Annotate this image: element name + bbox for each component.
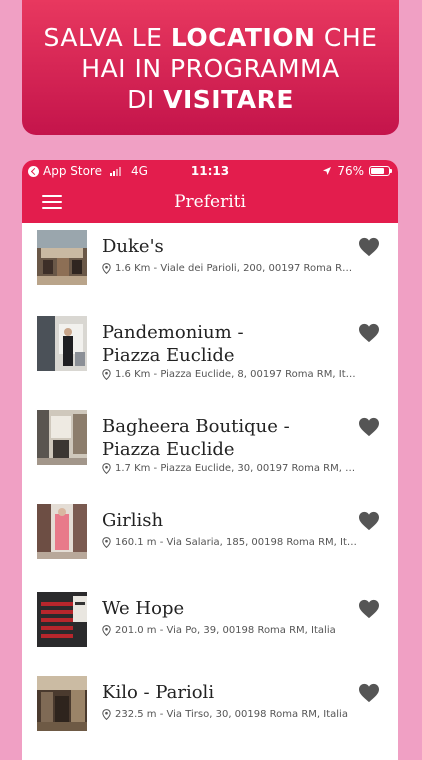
- place-name: Girlish: [102, 509, 163, 532]
- place-address: 160.1 m - Via Salaria, 185, 00198 Roma R…: [102, 537, 358, 548]
- place-name: We Hope: [102, 597, 184, 620]
- place-name-line-1: Pandemonium -: [102, 322, 244, 343]
- location-pin-icon: [102, 463, 111, 474]
- place-name-line-1: Duke's: [102, 236, 164, 257]
- favorite-heart-icon[interactable]: [358, 683, 380, 703]
- place-name-line-1: We Hope: [102, 598, 185, 619]
- place-name-line-1: Girlish: [102, 510, 164, 531]
- place-name: Kilo - Parioli: [102, 681, 214, 704]
- place-thumbnail: [37, 316, 87, 371]
- place-address: 1.7 Km - Piazza Euclide, 30, 00197 Roma …: [102, 463, 358, 474]
- place-address: 1.6 Km - Viale dei Parioli, 200, 00197 R…: [102, 263, 358, 274]
- place-address: 1.6 Km - Piazza Euclide, 8, 00197 Roma R…: [102, 369, 358, 380]
- location-pin-icon: [102, 369, 111, 380]
- place-thumbnail: [37, 410, 87, 465]
- place-name: Duke's: [102, 235, 164, 258]
- location-arrow-icon: [323, 167, 332, 175]
- location-pin-icon: [102, 537, 111, 548]
- address-text: 160.1 m - Via Salaria, 185, 00198 Roma R…: [115, 537, 358, 548]
- place-thumbnail: [37, 230, 87, 285]
- place-address: 232.5 m - Via Tirso, 30, 00198 Roma RM, …: [102, 709, 358, 720]
- promo-banner: SALVA LE LOCATION CHE HAI IN PROGRAMMA D…: [22, 0, 399, 135]
- place-address: 201.0 m - Via Po, 39, 00198 Roma RM, Ita…: [102, 625, 358, 636]
- address-text: 201.0 m - Via Po, 39, 00198 Roma RM, Ita…: [115, 625, 336, 636]
- place-thumbnail: [37, 504, 87, 559]
- address-text: 232.5 m - Via Tirso, 30, 00198 Roma RM, …: [115, 709, 348, 720]
- battery-icon: [369, 166, 392, 176]
- favorite-heart-icon[interactable]: [358, 323, 380, 343]
- place-name-line-1: Bagheera Boutique -: [102, 416, 290, 437]
- address-text: 1.6 Km - Piazza Euclide, 8, 00197 Roma R…: [115, 369, 358, 380]
- banner-line-1: SALVA LE LOCATION CHE: [43, 23, 378, 52]
- favorite-heart-icon[interactable]: [358, 237, 380, 257]
- place-name-line-2: Piazza Euclide: [102, 345, 235, 366]
- place-name-line-2: Piazza Euclide: [102, 439, 235, 460]
- phone-screen: App Store 4G 11:13 76% Preferiti Duke's 1…: [22, 160, 398, 760]
- status-bar: App Store 4G 11:13 76%: [22, 160, 398, 182]
- place-name: Bagheera Boutique - Piazza Euclide: [102, 415, 290, 461]
- location-pin-icon: [102, 709, 111, 720]
- favorite-heart-icon[interactable]: [358, 417, 380, 437]
- location-pin-icon: [102, 263, 111, 274]
- place-name-line-1: Kilo - Parioli: [102, 682, 215, 703]
- location-pin-icon: [102, 625, 111, 636]
- navigation-bar: Preferiti: [22, 182, 398, 223]
- place-name: Pandemonium - Piazza Euclide: [102, 321, 244, 367]
- place-thumbnail: [37, 676, 87, 731]
- banner-line-3: DI VISITARE: [127, 85, 294, 114]
- address-text: 1.6 Km - Viale dei Parioli, 200, 00197 R…: [115, 263, 358, 274]
- battery-percent: 76%: [337, 164, 364, 178]
- favorite-heart-icon[interactable]: [358, 599, 380, 619]
- page-title: Preferiti: [174, 192, 246, 212]
- place-thumbnail: [37, 592, 87, 647]
- banner-line-2: HAI IN PROGRAMMA: [81, 54, 340, 83]
- favorite-heart-icon[interactable]: [358, 511, 380, 531]
- address-text: 1.7 Km - Piazza Euclide, 30, 00197 Roma …: [115, 463, 358, 474]
